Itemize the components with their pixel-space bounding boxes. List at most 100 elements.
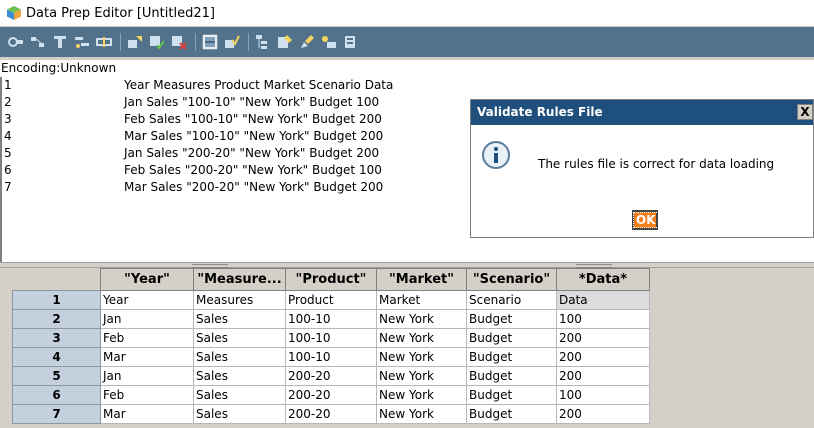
field-properties-icon[interactable]	[8, 34, 24, 50]
dialog-message: The rules file is correct for data loadi…	[538, 157, 775, 171]
column-header[interactable]: "Scenario"	[466, 268, 557, 291]
grid-cell[interactable]: Feb	[100, 385, 194, 405]
associate-outline-icon[interactable]	[277, 34, 293, 50]
grid-cell[interactable]: Budget	[466, 347, 557, 367]
edit-rules-icon[interactable]	[299, 34, 315, 50]
grid-cell[interactable]: 200	[556, 347, 650, 367]
grid-cell[interactable]: Data	[556, 290, 650, 310]
create-field-icon[interactable]	[74, 34, 90, 50]
table-row[interactable]: 1 Year Measures Product Market Scenario …	[12, 290, 650, 310]
column-header[interactable]: "Year"	[100, 268, 194, 291]
toolbar	[0, 27, 814, 57]
table-row[interactable]: 5 Jan Sales 200-20 New York Budget 200	[12, 366, 650, 386]
grid-cell[interactable]: Mar	[100, 347, 194, 367]
grid-cell[interactable]: Budget	[466, 328, 557, 348]
grid-cell[interactable]: Sales	[193, 385, 286, 405]
table-row[interactable]: 7 Mar Sales 200-20 New York Budget 200	[12, 404, 650, 424]
grid-cell[interactable]: New York	[376, 385, 467, 405]
row-number[interactable]: 6	[12, 385, 101, 405]
column-header[interactable]: "Measure...	[193, 268, 286, 291]
move-field-icon[interactable]	[127, 34, 143, 50]
dialog-title: Validate Rules File	[477, 105, 603, 119]
grid-corner	[12, 268, 101, 291]
row-number[interactable]: 1	[12, 290, 101, 310]
grid-cell[interactable]: Market	[376, 290, 467, 310]
table-row[interactable]: 4 Mar Sales 100-10 New York Budget 200	[12, 347, 650, 367]
grid-cell[interactable]: 100	[556, 309, 650, 329]
app-cube-icon	[7, 6, 21, 20]
grid-cell[interactable]: 200	[556, 328, 650, 348]
grid-cell[interactable]: Feb	[100, 328, 194, 348]
column-header[interactable]: "Product"	[285, 268, 377, 291]
grid-cell[interactable]: Sales	[193, 404, 286, 424]
grid-cell[interactable]: New York	[376, 347, 467, 367]
grid-cell[interactable]: Sales	[193, 309, 286, 329]
table-row[interactable]: 3 Feb Sales 100-10 New York Budget 200	[12, 328, 650, 348]
select-record-icon[interactable]	[149, 34, 165, 50]
grid-cell[interactable]: 100-10	[285, 309, 377, 329]
grid-cell[interactable]: 100	[556, 385, 650, 405]
row-number[interactable]: 4	[12, 347, 101, 367]
row-number[interactable]: 5	[12, 366, 101, 386]
line-number: 1	[4, 78, 12, 92]
grid-cell[interactable]: 200-20	[285, 366, 377, 386]
line-number: 7	[4, 180, 12, 194]
line-number: 4	[4, 129, 12, 143]
grid-cell[interactable]: Jan	[100, 366, 194, 386]
grid-cell[interactable]: Budget	[466, 366, 557, 386]
row-number[interactable]: 2	[12, 309, 101, 329]
table-row[interactable]: 2 Jan Sales 100-10 New York Budget 100	[12, 309, 650, 329]
ok-button-label: OK	[633, 212, 659, 228]
grid-cell[interactable]: 200-20	[285, 385, 377, 405]
row-number[interactable]: 3	[12, 328, 101, 348]
split-field-icon[interactable]	[96, 34, 112, 50]
grid-cell[interactable]: Year	[100, 290, 194, 310]
column-header[interactable]: *Data*	[556, 268, 650, 291]
line-number: 3	[4, 112, 12, 126]
reject-record-icon[interactable]	[171, 34, 187, 50]
grid-cell[interactable]: Budget	[466, 385, 557, 405]
line-text: Mar Sales "100-10" "New York" Budget 200	[124, 129, 384, 143]
view-dimension-icon[interactable]	[255, 34, 271, 50]
grid-cell[interactable]: Measures	[193, 290, 286, 310]
validate-icon[interactable]	[224, 34, 240, 50]
open-data-icon[interactable]	[321, 34, 337, 50]
grid-cell[interactable]: New York	[376, 366, 467, 386]
field-grid-panel: "Year" "Measure... "Product" "Market" "S…	[0, 268, 814, 428]
line-number: 2	[4, 95, 12, 109]
grid-cell[interactable]: Sales	[193, 328, 286, 348]
table-row[interactable]: 6 Feb Sales 200-20 New York Budget 100	[12, 385, 650, 405]
line-text: Jan Sales "100-10" "New York" Budget 100	[124, 95, 380, 109]
line-text: Mar Sales "200-20" "New York" Budget 200	[124, 180, 384, 194]
ok-button[interactable]: OK	[632, 210, 659, 230]
info-icon	[482, 141, 510, 169]
grid-cell[interactable]: 100-10	[285, 347, 377, 367]
column-header[interactable]: "Market"	[376, 268, 467, 291]
grid-cell[interactable]: Sales	[193, 366, 286, 386]
grid-cell[interactable]: 200-20	[285, 404, 377, 424]
grid-cell[interactable]: 200	[556, 404, 650, 424]
grid-cell[interactable]: Budget	[466, 404, 557, 424]
grid-cell[interactable]: 200	[556, 366, 650, 386]
grid-cell[interactable]: 100-10	[285, 328, 377, 348]
grid-cell[interactable]: Product	[285, 290, 377, 310]
grid-cell[interactable]: Mar	[100, 404, 194, 424]
dimension-build-icon[interactable]	[30, 34, 46, 50]
grid-cell[interactable]: Jan	[100, 309, 194, 329]
grid-cell[interactable]: New York	[376, 328, 467, 348]
title-bar: Data Prep Editor [Untitled21]	[0, 0, 814, 27]
dialog-title-bar[interactable]: Validate Rules File X	[471, 100, 813, 125]
grid-cell[interactable]: New York	[376, 404, 467, 424]
grid-cell[interactable]: Sales	[193, 347, 286, 367]
grid-cell[interactable]: Budget	[466, 309, 557, 329]
grid-cell[interactable]: New York	[376, 309, 467, 329]
grid-cell[interactable]: Scenario	[466, 290, 557, 310]
header-icon[interactable]	[343, 34, 359, 50]
join-fields-icon[interactable]	[52, 34, 68, 50]
field-grid: "Year" "Measure... "Product" "Market" "S…	[12, 268, 650, 424]
close-icon[interactable]: X	[797, 104, 813, 120]
toolbar-separator	[120, 33, 121, 51]
toolbar-separator	[248, 33, 249, 51]
row-number[interactable]: 7	[12, 404, 101, 424]
data-load-settings-icon[interactable]	[202, 34, 218, 50]
